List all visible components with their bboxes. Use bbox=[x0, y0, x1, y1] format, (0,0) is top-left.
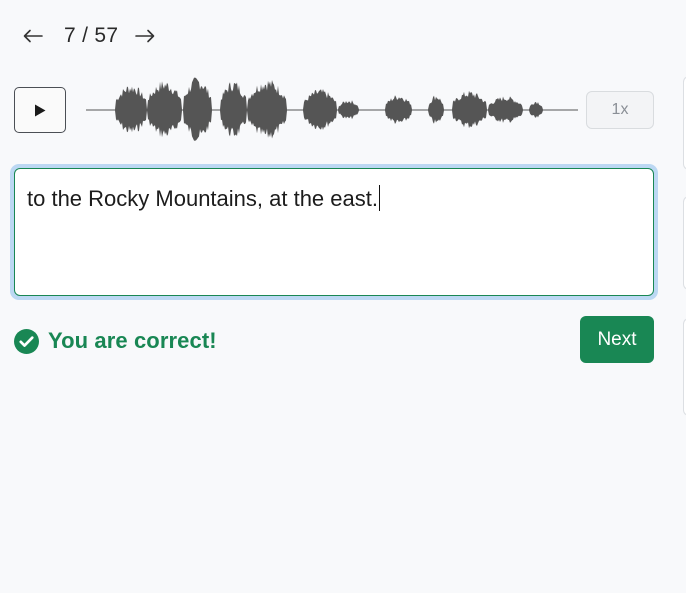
play-button[interactable] bbox=[14, 87, 66, 133]
text-caret bbox=[378, 185, 380, 211]
check-circle-icon bbox=[14, 328, 39, 354]
answer-focus-ring: to the Rocky Mountains, at the east. bbox=[10, 164, 658, 300]
next-arrow-icon[interactable] bbox=[130, 22, 160, 50]
prev-arrow-icon[interactable] bbox=[18, 22, 48, 50]
feedback-text: You are correct! bbox=[48, 328, 217, 353]
answer-text: to the Rocky Mountains, at the east. bbox=[27, 186, 378, 211]
playback-speed-button[interactable]: 1x bbox=[586, 91, 654, 129]
page-counter: 7 / 57 bbox=[64, 24, 119, 47]
audio-waveform[interactable] bbox=[86, 70, 578, 150]
feedback-message: You are correct! bbox=[14, 328, 217, 354]
next-button[interactable]: Next bbox=[580, 316, 654, 363]
pager: 7 / 57 bbox=[18, 22, 160, 50]
play-icon bbox=[35, 104, 46, 116]
answer-textarea[interactable]: to the Rocky Mountains, at the east. bbox=[14, 168, 654, 296]
dictation-app: 7 / 57 1x to the Rocky Mountains, at the… bbox=[0, 0, 686, 593]
